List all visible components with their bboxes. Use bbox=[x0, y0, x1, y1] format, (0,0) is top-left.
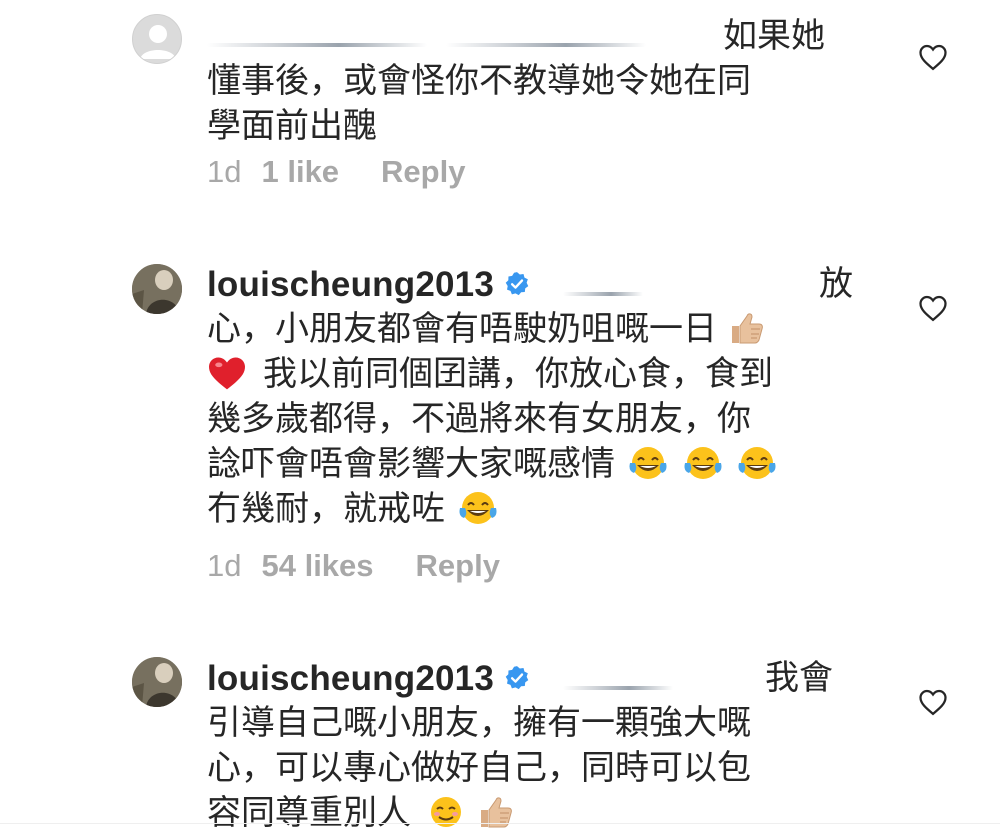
comment-line-1: 如果她 bbox=[207, 14, 867, 59]
profile-photo bbox=[132, 264, 182, 314]
comment-text: 如果她 懂事後，或會怪你不教導她令她在同 學面前出醜 bbox=[207, 14, 867, 149]
avatar[interactable] bbox=[132, 14, 182, 64]
comment-line-1: louischeung2013 放 bbox=[207, 262, 867, 307]
like-heart-icon[interactable] bbox=[918, 688, 948, 716]
comment-line-3: 學面前出醜 bbox=[207, 106, 377, 146]
comment-username[interactable]: louischeung2013 bbox=[207, 265, 494, 304]
comment-line-2: 心，小朋友都會有唔駛奶咀嘅一日 bbox=[207, 307, 867, 352]
smiling-face-emoji bbox=[426, 793, 466, 831]
comment-line-6: 冇幾耐，就戒咗 bbox=[207, 487, 867, 532]
comment-text-start: 我會 bbox=[765, 658, 833, 698]
tears-of-joy-emoji bbox=[626, 443, 670, 483]
redacted-mention bbox=[445, 42, 646, 47]
red-heart-emoji bbox=[207, 355, 247, 391]
reply-button[interactable]: Reply bbox=[416, 548, 500, 583]
comment-text: louischeung2013 我會 引導自己嘅小朋友，擁有一顆強大嘅 心，可以… bbox=[207, 656, 867, 833]
like-count[interactable]: 54 likes bbox=[261, 548, 373, 583]
comment-timestamp: 1d bbox=[207, 154, 242, 189]
comment-meta: 1d 54 likes Reply bbox=[207, 548, 540, 584]
redacted-mention bbox=[562, 291, 643, 296]
reply-button[interactable]: Reply bbox=[381, 154, 465, 189]
default-avatar-icon bbox=[140, 25, 176, 59]
comment-text: louischeung2013 放 心，小朋友都會有唔駛奶咀嘅一日 我以前同個囝… bbox=[207, 262, 867, 532]
comment-line-1: louischeung2013 我會 bbox=[207, 656, 867, 701]
thumbs-up-emoji bbox=[477, 794, 515, 830]
comment-text-start: 放 bbox=[819, 264, 853, 304]
comment-line-4: 幾多歲都得，不過將來有女朋友，你 bbox=[207, 399, 751, 439]
comment-line-4: 容同尊重別人 bbox=[207, 791, 867, 833]
comment-text-start: 如果她 bbox=[723, 16, 825, 56]
comment-line-2: 引導自己嘅小朋友，擁有一顆強大嘅 bbox=[207, 703, 751, 743]
tears-of-joy-emoji bbox=[681, 443, 725, 483]
comment-meta: 1d 1 like Reply bbox=[207, 154, 505, 190]
profile-photo bbox=[132, 657, 182, 707]
like-heart-icon[interactable] bbox=[918, 294, 948, 322]
verified-badge-icon bbox=[505, 665, 529, 689]
comment-username[interactable]: louischeung2013 bbox=[207, 659, 494, 698]
comment-line-3: 心，可以專心做好自己，同時可以包 bbox=[207, 748, 751, 788]
verified-badge-icon bbox=[505, 271, 529, 295]
tears-of-joy-emoji bbox=[456, 488, 500, 528]
like-count[interactable]: 1 like bbox=[261, 154, 339, 189]
comment-timestamp: 1d bbox=[207, 548, 242, 583]
avatar[interactable] bbox=[132, 264, 182, 314]
redacted-mention bbox=[562, 685, 673, 690]
comment-line-3: 我以前同個囝講，你放心食，食到 bbox=[207, 352, 867, 397]
redacted-username bbox=[207, 42, 427, 47]
thumbs-up-emoji bbox=[728, 310, 766, 346]
like-heart-icon[interactable] bbox=[918, 43, 948, 71]
avatar[interactable] bbox=[132, 657, 182, 707]
tears-of-joy-emoji bbox=[735, 443, 779, 483]
comment-line-2: 懂事後，或會怪你不教導她令她在同 bbox=[207, 61, 751, 101]
divider bbox=[0, 823, 1000, 824]
comment-line-5: 諗吓會唔會影響大家嘅感情 bbox=[207, 442, 867, 487]
